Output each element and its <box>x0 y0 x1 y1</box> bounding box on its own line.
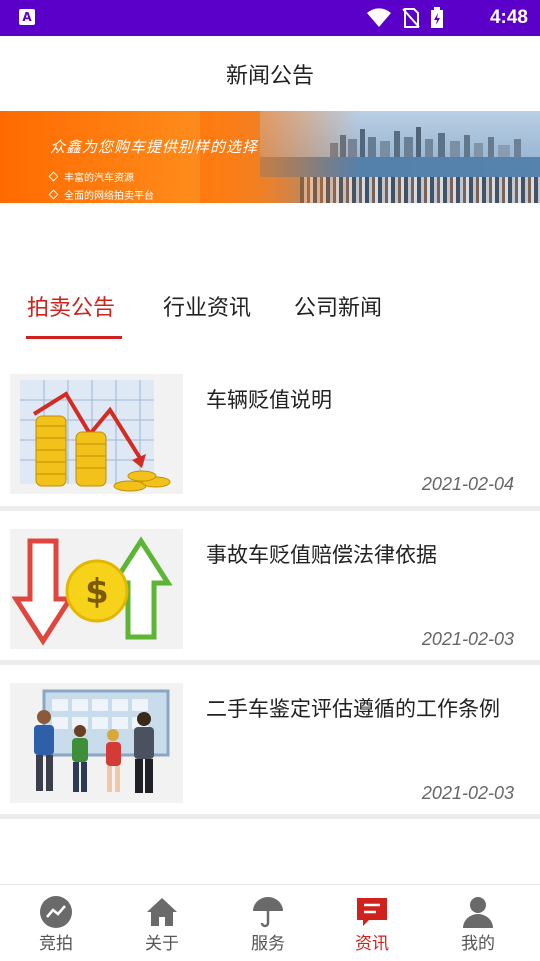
banner-point-text: 丰富的汽车资源 <box>64 173 134 184</box>
person-icon <box>463 897 493 928</box>
status-bar: A 4:48 <box>0 0 540 36</box>
nav-service[interactable]: 服务 <box>214 885 322 961</box>
promo-banner[interactable]: 众鑫为您购车提供别样的选择 丰富的汽车资源 全面的网络拍卖平台 <box>0 111 540 203</box>
battery-charging-icon <box>431 7 443 28</box>
coins-chart-icon <box>10 374 183 494</box>
divider <box>0 660 540 665</box>
nav-news[interactable]: 资讯 <box>318 885 426 961</box>
news-date: 2021-02-04 <box>421 474 514 494</box>
svg-text:$: $ <box>85 572 109 612</box>
nav-label: 关于 <box>145 934 179 954</box>
divider <box>0 506 540 511</box>
nav-auction[interactable]: 竞拍 <box>2 885 110 961</box>
banner-point: 全面的网络拍卖平台 <box>48 187 154 202</box>
no-sim-icon <box>402 8 420 28</box>
clock: 4:48 <box>489 7 528 28</box>
nav-label: 竞拍 <box>39 934 73 954</box>
diamond-bullet-icon <box>48 171 59 182</box>
news-date: 2021-02-03 <box>421 629 514 649</box>
wifi-icon <box>367 8 391 27</box>
bottom-navigation: 竞拍 关于 服务 资讯 我的 <box>0 884 540 961</box>
active-tab-indicator <box>26 336 122 339</box>
nav-mine[interactable]: 我的 <box>424 885 532 961</box>
banner-headline: 众鑫为您购车提供别样的选择 <box>50 138 259 156</box>
divider <box>0 814 540 819</box>
people-board-icon <box>10 683 183 803</box>
nav-label: 我的 <box>461 934 495 954</box>
app-notification-icon: A <box>19 9 35 25</box>
message-icon <box>357 898 387 926</box>
news-item[interactable]: 二手车鉴定评估遵循的工作条例 2021-02-03 <box>0 675 540 830</box>
news-title: 事故车贬值赔偿法律依据 <box>206 543 437 567</box>
diamond-bullet-icon <box>48 189 59 200</box>
dollar-arrows-icon: $ <box>10 529 183 649</box>
news-title: 车辆贬值说明 <box>206 388 332 412</box>
news-item[interactable]: 车辆贬值说明 2021-02-04 <box>0 366 540 521</box>
trend-icon <box>40 896 72 928</box>
umbrella-icon <box>253 897 283 928</box>
banner-point: 丰富的汽车资源 <box>48 169 134 184</box>
status-icons <box>366 7 444 28</box>
home-icon <box>147 898 177 926</box>
page-title: 新闻公告 <box>225 64 314 89</box>
news-date: 2021-02-03 <box>421 783 514 803</box>
news-tabs: 拍卖公告 行业资讯 公司新闻 <box>0 280 540 340</box>
news-item[interactable]: $ 事故车贬值赔偿法律依据 2021-02-03 <box>0 521 540 676</box>
banner-point-text: 全面的网络拍卖平台 <box>64 191 154 202</box>
nav-about[interactable]: 关于 <box>108 885 216 961</box>
news-title: 二手车鉴定评估遵循的工作条例 <box>206 697 500 721</box>
skyline-graphic <box>330 127 521 157</box>
banner-fade <box>200 111 360 203</box>
nav-label: 资讯 <box>355 934 389 954</box>
tab-industry-news[interactable]: 行业资讯 <box>163 290 251 322</box>
tab-company-news[interactable]: 公司新闻 <box>294 290 382 322</box>
title-bar: 新闻公告 <box>0 36 540 108</box>
tab-auction-notice[interactable]: 拍卖公告 <box>27 290 115 322</box>
nav-label: 服务 <box>251 934 285 954</box>
